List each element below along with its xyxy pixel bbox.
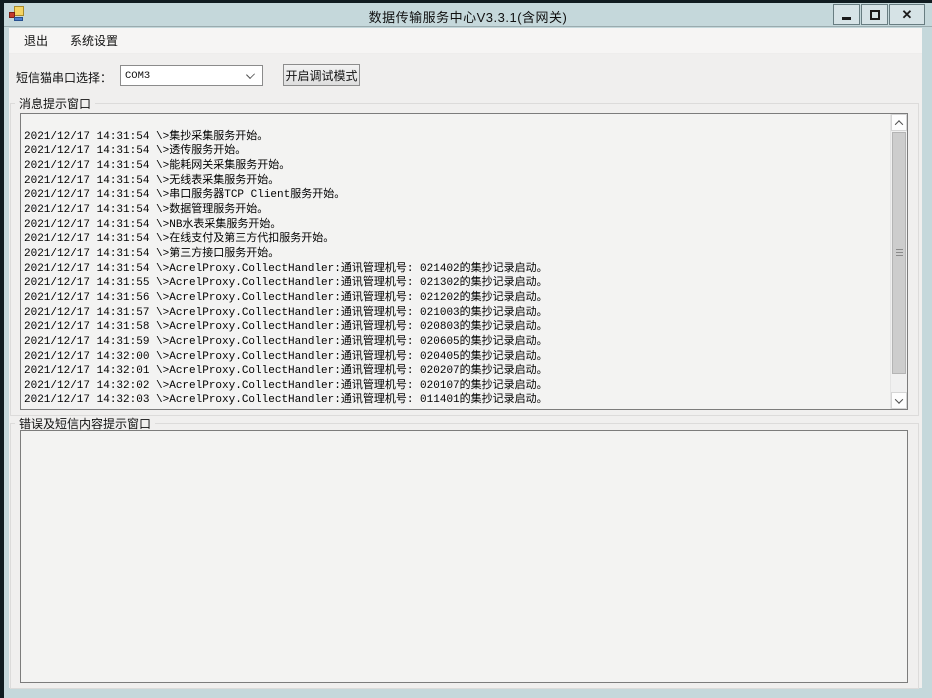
scroll-up-button[interactable] [891,114,907,131]
error-textbox[interactable] [20,430,908,683]
message-groupbox-title: 消息提示窗口 [15,96,95,112]
port-select-label: 短信猫串口选择： [16,69,112,86]
chevron-down-icon [895,395,903,403]
minimize-icon [842,17,851,20]
message-groupbox: 消息提示窗口 2021/12/17 14:31:54 \>集抄采集服务开始。 2… [10,103,919,416]
close-icon: ✕ [902,8,913,21]
desktop: { "window": { "title": "数据传输服务中心V3.3.1(含… [0,0,932,698]
close-button[interactable]: ✕ [889,4,925,25]
chevron-up-icon [895,120,903,128]
error-log [24,432,888,681]
message-log-textbox[interactable]: 2021/12/17 14:31:54 \>集抄采集服务开始。 2021/12/… [20,113,908,410]
app-window: 数据传输服务中心V3.3.1(含网关) ✕ 退出 系统设置 短信猫串口选择： C… [4,3,932,698]
menu-item-exit[interactable]: 退出 [13,28,59,53]
menubar: 退出 系统设置 [9,28,922,54]
chevron-down-icon [246,70,255,79]
port-combobox[interactable]: COM3 [120,65,263,86]
message-log-scrollbar[interactable] [890,114,907,409]
window-title: 数据传输服务中心V3.3.1(含网关) [4,7,932,26]
scroll-down-button[interactable] [891,392,907,409]
debug-mode-button[interactable]: 开启调试模式 [283,64,360,86]
client-area: 退出 系统设置 短信猫串口选择： COM3 开启调试模式 消息提示窗口 2021… [9,28,922,688]
minimize-button[interactable] [833,4,860,25]
error-groupbox: 错误及短信内容提示窗口 [10,423,919,689]
port-combobox-value: COM3 [121,70,247,82]
maximize-icon [870,10,880,20]
menu-item-system-settings[interactable]: 系统设置 [59,28,129,53]
titlebar[interactable]: 数据传输服务中心V3.3.1(含网关) ✕ [4,3,932,27]
message-log: 2021/12/17 14:31:54 \>集抄采集服务开始。 2021/12/… [24,115,888,408]
scrollbar-thumb[interactable] [892,132,906,374]
window-controls: ✕ [833,4,925,25]
maximize-button[interactable] [861,4,888,25]
scrollbar-grip-icon [896,249,903,257]
